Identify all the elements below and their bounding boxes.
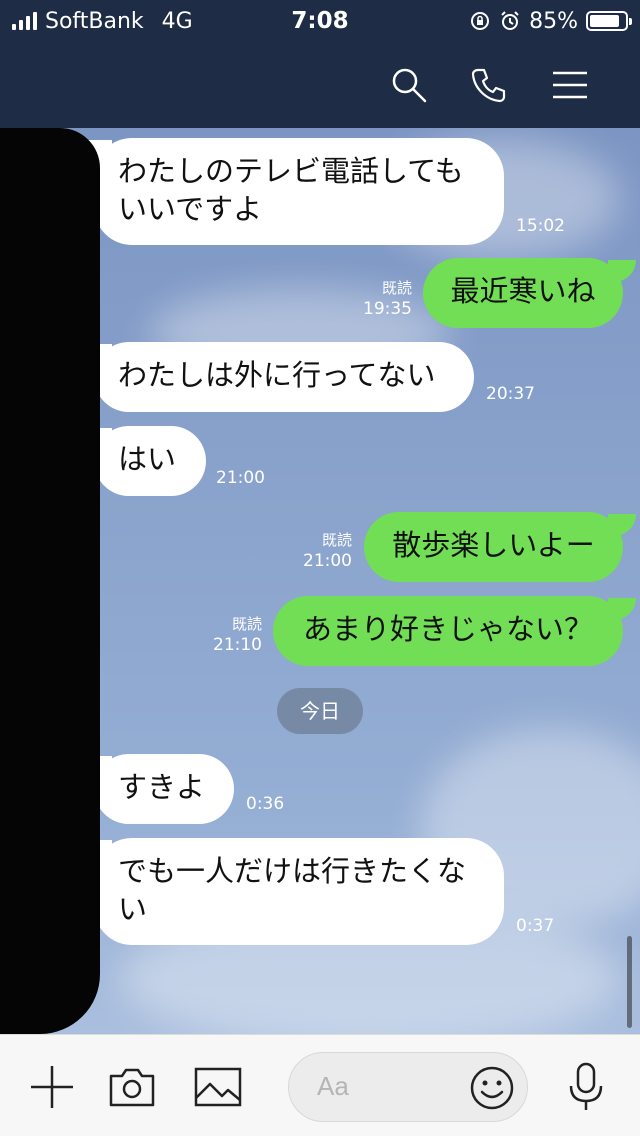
message-meta: 既読 19:35: [350, 278, 412, 320]
message-meta: 既読 21:10: [200, 614, 262, 656]
message-text: すきよ: [118, 770, 206, 804]
message-input[interactable]: Aa: [288, 1052, 528, 1122]
battery-percent: 85%: [529, 8, 578, 34]
message-time: 20:37: [486, 384, 535, 404]
rotation-lock-icon: [471, 12, 490, 30]
message-toolbar: Aa: [0, 1034, 640, 1136]
hamburger-menu-icon: [553, 71, 587, 99]
phone-icon: [471, 68, 506, 103]
message-bubble-incoming[interactable]: すきよ: [94, 754, 234, 824]
message-input-placeholder: Aa: [317, 1071, 349, 1101]
camera-button[interactable]: [106, 1061, 158, 1113]
message-text: はい: [118, 442, 177, 476]
message-meta: 既読 21:00: [290, 530, 352, 572]
redaction-overlay: [0, 128, 100, 1034]
message-time: 15:02: [516, 216, 565, 236]
message-text-line: でも一人だけは行きたくな: [118, 854, 467, 888]
message-text: わたしは外に行ってない: [118, 358, 436, 392]
add-button[interactable]: [26, 1061, 78, 1113]
message-bubble-outgoing[interactable]: あまり好きじゃない？: [273, 596, 623, 666]
read-receipt: 既読: [231, 615, 262, 633]
status-bar: SoftBank 4G 7:08 85%: [0, 0, 640, 40]
gallery-button[interactable]: [192, 1061, 244, 1113]
message-bubble-incoming[interactable]: わたしは外に行ってない: [94, 342, 474, 412]
message-text-line: い: [118, 892, 148, 926]
message-time: 21:00: [216, 468, 265, 488]
message-time: 19:35: [363, 299, 412, 319]
message-text: 最近寒いね: [450, 274, 596, 308]
emoji-icon[interactable]: [469, 1065, 515, 1111]
search-icon: [392, 68, 427, 103]
message-bubble-incoming[interactable]: はい: [94, 426, 206, 496]
menu-button[interactable]: [545, 60, 595, 110]
message-text-line: いいですよ: [118, 192, 263, 226]
read-receipt: 既読: [321, 531, 352, 549]
alarm-icon: [501, 11, 519, 30]
plus-icon: [31, 1066, 73, 1108]
chat-header: [0, 40, 640, 128]
image-icon: [194, 1067, 242, 1107]
battery-icon: [586, 11, 632, 31]
message-time: 0:36: [246, 794, 285, 814]
message-bubble-incoming[interactable]: でも一人だけは行きたくな い: [94, 838, 504, 945]
message-bubble-outgoing[interactable]: 最近寒いね: [423, 258, 623, 328]
message-time: 21:00: [303, 551, 352, 571]
scrollbar[interactable]: [627, 936, 632, 1028]
camera-icon: [109, 1068, 155, 1107]
read-receipt: 既読: [381, 279, 412, 297]
message-bubble-incoming[interactable]: わたしのテレビ電話しても いいですよ: [94, 138, 504, 245]
microphone-icon: [569, 1062, 603, 1110]
call-button[interactable]: [464, 60, 514, 110]
message-text: 散歩楽しいよー: [392, 528, 595, 562]
search-button[interactable]: [384, 60, 434, 110]
message-time: 21:10: [213, 635, 262, 655]
message-time: 0:37: [516, 916, 555, 936]
voice-button[interactable]: [560, 1061, 612, 1113]
chat-area[interactable]: わたしのテレビ電話しても いいですよ 15:02 最近寒いね 既読 19:35 …: [0, 128, 640, 1034]
message-text-line: わたしのテレビ電話しても: [118, 154, 464, 188]
message-bubble-outgoing[interactable]: 散歩楽しいよー: [364, 512, 623, 582]
date-separator: 今日: [277, 688, 363, 734]
message-text: あまり好きじゃない？: [302, 612, 593, 646]
